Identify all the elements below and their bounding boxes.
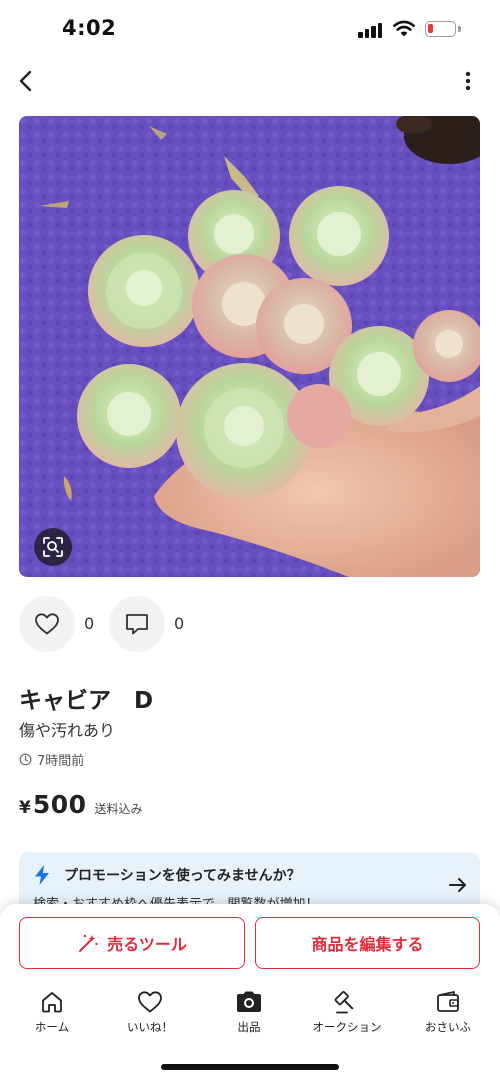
image-search-icon bbox=[43, 537, 63, 557]
sell-tools-label: 売るツール bbox=[107, 935, 187, 954]
status-time: 4:02 bbox=[62, 16, 117, 40]
comment-icon bbox=[126, 614, 148, 635]
image-search-button[interactable] bbox=[34, 528, 72, 566]
promotion-title: プロモーションを使ってみませんか？ bbox=[64, 868, 301, 884]
chevron-left-icon bbox=[19, 70, 32, 92]
tab-auction[interactable]: オークション bbox=[302, 988, 392, 1040]
price-value: 500 bbox=[32, 790, 87, 819]
tab-likes-label: いいね！ bbox=[127, 1020, 173, 1034]
heart-outline-icon bbox=[35, 613, 59, 635]
tab-sell-label: 出品 bbox=[237, 1020, 261, 1034]
back-button[interactable] bbox=[12, 66, 38, 96]
item-title: キャビア D bbox=[19, 688, 154, 714]
arrow-right-icon bbox=[449, 878, 466, 892]
battery-icon bbox=[425, 21, 456, 37]
like-count: 0 bbox=[84, 614, 95, 633]
comment-button[interactable] bbox=[109, 596, 165, 652]
wallet-icon bbox=[437, 991, 459, 1012]
magic-wand-icon bbox=[79, 934, 98, 952]
shipping-label: 送料込み bbox=[94, 802, 143, 816]
tab-auction-label: オークション bbox=[312, 1020, 382, 1034]
lightning-icon bbox=[35, 865, 49, 885]
item-condition: 傷や汚れあり bbox=[19, 721, 116, 740]
kebab-menu-icon bbox=[465, 71, 471, 91]
more-options-button[interactable] bbox=[456, 68, 480, 94]
posted-time: 7時間前 bbox=[19, 750, 84, 769]
wifi-icon bbox=[392, 18, 416, 38]
comment-count: 0 bbox=[174, 614, 185, 633]
price: ¥ 500 送料込み bbox=[19, 790, 143, 819]
home-icon bbox=[42, 992, 62, 1013]
edit-item-label: 商品を編集する bbox=[311, 935, 424, 954]
tab-wallet-label: おさいふ bbox=[425, 1020, 471, 1034]
like-button[interactable] bbox=[19, 596, 75, 652]
clock-icon bbox=[19, 753, 32, 766]
tab-home[interactable]: ホーム bbox=[7, 988, 97, 1040]
status-bar: 4:02 bbox=[0, 0, 500, 58]
heart-icon bbox=[138, 991, 162, 1013]
tab-likes[interactable]: いいね！ bbox=[105, 988, 195, 1040]
tab-home-label: ホーム bbox=[34, 1020, 70, 1034]
posted-time-label: 7時間前 bbox=[37, 754, 85, 769]
cellular-signal-icon bbox=[358, 22, 384, 38]
home-indicator bbox=[161, 1064, 339, 1070]
edit-item-button[interactable]: 商品を編集する bbox=[255, 917, 480, 969]
sell-tools-button[interactable]: 売るツール bbox=[19, 917, 245, 969]
product-photo[interactable] bbox=[19, 116, 480, 577]
tab-wallet[interactable]: おさいふ bbox=[403, 988, 493, 1040]
gavel-icon bbox=[334, 990, 354, 1014]
camera-icon bbox=[237, 991, 261, 1012]
tab-sell[interactable]: 出品 bbox=[204, 988, 294, 1040]
currency-symbol: ¥ bbox=[19, 798, 31, 818]
